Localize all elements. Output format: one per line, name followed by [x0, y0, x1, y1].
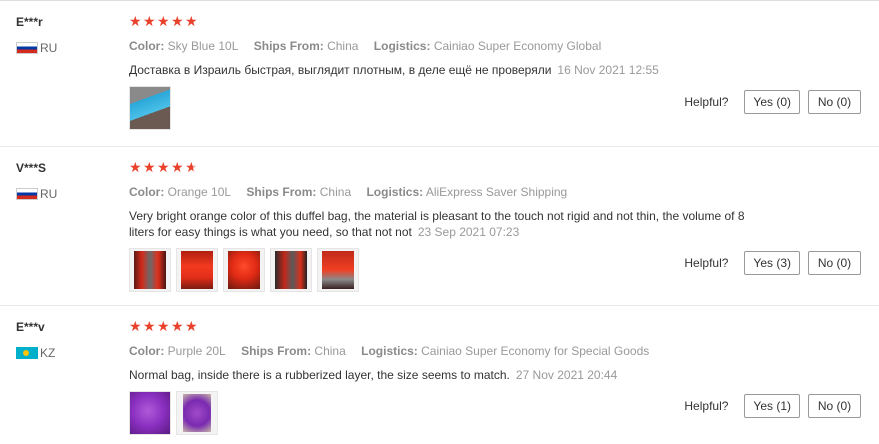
logistics-label: Logistics:	[373, 39, 431, 53]
review-photo-thumbnail[interactable]	[176, 391, 218, 435]
helpful-label: Helpful?	[684, 95, 729, 109]
half-star-icon: ★	[185, 159, 198, 175]
helpful-no-button[interactable]: No (0)	[808, 394, 861, 418]
ships-from-label: Ships From:	[241, 344, 312, 358]
buyer-country: KZ	[16, 346, 116, 360]
ships-from-value: China	[319, 185, 352, 199]
helpful-voting: Helpful? Yes (3) No (0)	[684, 251, 861, 275]
star-icon: ★	[143, 159, 156, 175]
logistics-value: Cainiao Super Economy Global	[433, 39, 602, 53]
order-attributes: Color: Sky Blue 10L Ships From: China Lo…	[129, 39, 769, 53]
buyer-country: RU	[16, 187, 116, 201]
review-body: ★ ★ ★ ★ ★ Color: Sky Blue 10L Ships From…	[129, 13, 769, 130]
review-text: Доставка в Израиль быстрая, выглядит пло…	[129, 62, 769, 78]
russia-flag-icon	[16, 42, 38, 54]
buyer-name: E***v	[16, 320, 45, 334]
russia-flag-icon	[16, 188, 38, 200]
helpful-label: Helpful?	[684, 256, 729, 270]
helpful-voting: Helpful? Yes (1) No (0)	[684, 394, 861, 418]
star-icon: ★	[157, 318, 170, 334]
star-icon: ★	[185, 13, 198, 29]
star-icon: ★	[129, 318, 142, 334]
logistics-label: Logistics:	[361, 344, 418, 358]
logistics-value: Cainiao Super Economy for Special Goods	[421, 344, 650, 358]
country-code: RU	[40, 41, 58, 55]
star-rating: ★ ★ ★ ★ ★	[129, 318, 769, 334]
review-item: E***v KZ ★ ★ ★ ★ ★ Color: Purple 20L Shi…	[0, 305, 879, 444]
star-icon: ★	[171, 318, 184, 334]
star-icon: ★	[143, 318, 156, 334]
buyer-name: V***S	[16, 161, 47, 175]
review-content: Normal bag, inside there is a rubberized…	[129, 368, 510, 382]
star-icon: ★	[129, 159, 142, 175]
review-photo-thumbnail[interactable]	[129, 248, 171, 292]
review-photos	[129, 391, 769, 435]
review-text: Normal bag, inside there is a rubberized…	[129, 367, 769, 383]
helpful-no-button[interactable]: No (0)	[808, 251, 861, 275]
feedback-list: E***r RU ★ ★ ★ ★ ★ Color: Sky Blue 10L S…	[0, 0, 879, 444]
review-content: Доставка в Израиль быстрая, выглядит пло…	[129, 63, 552, 77]
star-icon: ★	[171, 13, 184, 29]
buyer-info: E***r RU	[16, 15, 116, 55]
order-attributes: Color: Orange 10L Ships From: China Logi…	[129, 185, 769, 199]
review-body: ★ ★ ★ ★ ★ Color: Purple 20L Ships From: …	[129, 318, 769, 435]
color-value: Orange 10L	[167, 185, 232, 199]
review-photo-thumbnail[interactable]	[270, 248, 312, 292]
helpful-voting: Helpful? Yes (0) No (0)	[684, 90, 861, 114]
review-photos	[129, 248, 769, 292]
star-rating: ★ ★ ★ ★ ★	[129, 13, 769, 29]
color-value: Purple 20L	[167, 344, 226, 358]
helpful-yes-button[interactable]: Yes (1)	[744, 394, 800, 418]
review-text: Very bright orange color of this duffel …	[129, 208, 769, 240]
star-icon: ★	[143, 13, 156, 29]
buyer-name: E***r	[16, 15, 43, 29]
review-photo-thumbnail[interactable]	[129, 86, 171, 130]
color-label: Color:	[129, 185, 165, 199]
buyer-info: V***S RU	[16, 161, 116, 201]
helpful-yes-button[interactable]: Yes (0)	[744, 90, 800, 114]
review-photo-thumbnail[interactable]	[317, 248, 359, 292]
star-icon: ★	[157, 159, 170, 175]
review-date: 16 Nov 2021 12:55	[557, 63, 659, 77]
logistics-label: Logistics:	[366, 185, 424, 199]
review-photo-thumbnail[interactable]	[223, 248, 265, 292]
helpful-no-button[interactable]: No (0)	[808, 90, 861, 114]
helpful-label: Helpful?	[684, 399, 729, 413]
review-item: V***S RU ★ ★ ★ ★ ★ Color: Orange 10L Shi…	[0, 146, 879, 305]
country-code: RU	[40, 187, 58, 201]
color-value: Sky Blue 10L	[167, 39, 239, 53]
star-icon: ★	[157, 13, 170, 29]
star-icon: ★	[171, 159, 184, 175]
order-attributes: Color: Purple 20L Ships From: China Logi…	[129, 344, 769, 358]
review-date: 27 Nov 2021 20:44	[515, 368, 618, 382]
review-item: E***r RU ★ ★ ★ ★ ★ Color: Sky Blue 10L S…	[0, 1, 879, 146]
review-body: ★ ★ ★ ★ ★ Color: Orange 10L Ships From: …	[129, 159, 769, 292]
buyer-info: E***v KZ	[16, 320, 116, 360]
star-rating: ★ ★ ★ ★ ★	[129, 159, 769, 175]
review-photo-thumbnail[interactable]	[129, 391, 171, 435]
ships-from-label: Ships From:	[253, 39, 324, 53]
review-date: 23 Sep 2021 07:23	[417, 225, 520, 239]
ships-from-value: China	[327, 39, 359, 53]
logistics-value: AliExpress Saver Shipping	[425, 185, 568, 199]
review-photos	[129, 86, 769, 130]
color-label: Color:	[129, 39, 165, 53]
review-photo-thumbnail[interactable]	[176, 248, 218, 292]
ships-from-label: Ships From:	[246, 185, 317, 199]
color-label: Color:	[129, 344, 165, 358]
country-code: KZ	[40, 346, 56, 360]
helpful-yes-button[interactable]: Yes (3)	[744, 251, 800, 275]
buyer-country: RU	[16, 41, 116, 55]
kazakhstan-flag-icon	[16, 347, 38, 359]
star-icon: ★	[185, 318, 198, 334]
star-icon: ★	[129, 13, 142, 29]
ships-from-value: China	[314, 344, 346, 358]
